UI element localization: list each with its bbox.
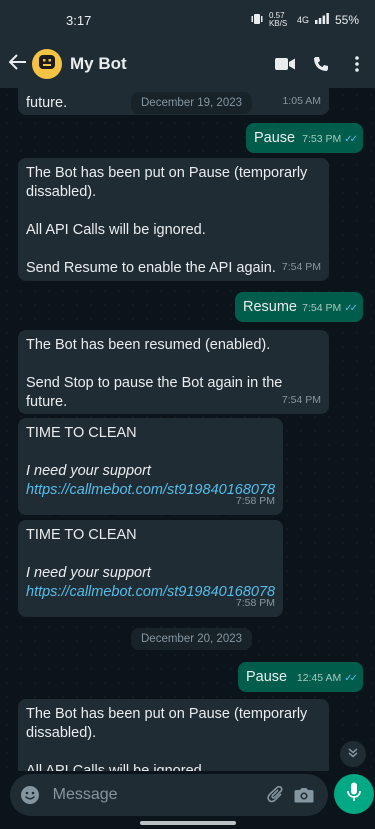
message-time: 1:05 AM <box>282 95 321 107</box>
message-incoming[interactable]: The Bot has been put on Pause (temporarl… <box>18 699 329 771</box>
message-incoming[interactable]: The Bot has been put on Pause (temporarl… <box>18 158 329 281</box>
message-time: 7:54 PM ✓✓ <box>302 299 358 318</box>
net-speed: 0.57 KB/S <box>268 11 288 28</box>
message-text: Send Stop to pause the Bot again in the … <box>26 375 283 410</box>
message-text: The Bot has been put on Pause (temporarl… <box>26 165 308 200</box>
voice-call-icon[interactable] <box>303 56 339 72</box>
status-bar: 3:17 0.57 KB/S 4G 55% <box>0 0 375 40</box>
attach-icon[interactable] <box>262 786 290 804</box>
message-text: The Bot has been put on Pause (temporarl… <box>26 706 308 741</box>
camera-icon[interactable] <box>290 787 318 803</box>
read-receipt-icon: ✓✓ <box>344 673 358 684</box>
network-type: 4G <box>296 15 309 25</box>
message-time: 7:58 PM <box>235 495 275 507</box>
message-title: TIME TO CLEAN <box>26 527 137 543</box>
chat-title[interactable]: My Bot <box>70 54 267 74</box>
date-separator: December 19, 2023 <box>131 92 253 114</box>
message-text: Resume <box>243 299 297 315</box>
message-subtitle: I need your support <box>26 463 151 479</box>
video-call-icon[interactable] <box>267 57 303 71</box>
microphone-icon <box>347 782 361 807</box>
message-text: All API Calls will be ignored. <box>26 763 206 771</box>
message-input[interactable] <box>50 785 262 805</box>
message-time: 7:58 PM <box>235 597 275 609</box>
message-text: Pause <box>246 669 288 685</box>
message-incoming[interactable]: The Bot has been resumed (enabled). Send… <box>18 330 329 414</box>
battery-level: 55% <box>334 13 359 27</box>
status-icons: 0.57 KB/S 4G 55% <box>251 12 359 28</box>
message-outgoing[interactable]: Pause 12:45 AM ✓✓ <box>238 662 363 692</box>
message-text: Pause <box>254 130 296 146</box>
message-time: 7:54 PM <box>281 394 321 406</box>
more-options-icon[interactable] <box>339 56 375 72</box>
message-outgoing[interactable]: Pause 7:53 PM ✓✓ <box>246 123 363 153</box>
avatar[interactable] <box>32 49 62 79</box>
message-time: 7:53 PM ✓✓ <box>302 130 358 149</box>
message-time: 7:54 PM <box>281 261 321 273</box>
read-receipt-icon: ✓✓ <box>344 134 358 145</box>
chat-area[interactable]: future. 1:05 AM December 19, 2023 Pause … <box>0 88 375 771</box>
message-incoming[interactable]: TIME TO CLEAN I need your support https:… <box>18 418 283 515</box>
message-text: All API Calls will be ignored. <box>26 222 206 238</box>
scroll-down-button[interactable] <box>340 741 366 767</box>
voice-record-button[interactable] <box>334 774 374 814</box>
gesture-nav-bar[interactable] <box>140 821 236 825</box>
read-receipt-icon: ✓✓ <box>344 303 358 314</box>
message-title: TIME TO CLEAN <box>26 425 137 441</box>
double-chevron-down-icon <box>348 747 358 761</box>
date-separator: December 20, 2023 <box>131 628 253 650</box>
robot-face-icon <box>38 53 56 76</box>
message-outgoing[interactable]: Resume 7:54 PM ✓✓ <box>235 292 363 322</box>
status-time: 3:17 <box>66 12 92 28</box>
message-incoming[interactable]: TIME TO CLEAN I need your support https:… <box>18 520 283 617</box>
chat-header: My Bot <box>0 40 375 88</box>
message-text: The Bot has been resumed (enabled). <box>26 337 271 353</box>
back-arrow-icon[interactable] <box>4 53 32 76</box>
emoji-icon[interactable] <box>20 785 41 805</box>
message-text: Send Resume to enable the API again. <box>26 260 276 276</box>
message-composer <box>10 774 328 816</box>
message-time: 12:45 AM ✓✓ <box>297 669 358 688</box>
vibrate-icon <box>251 13 263 28</box>
signal-icon <box>314 13 329 27</box>
message-subtitle: I need your support <box>26 565 151 581</box>
